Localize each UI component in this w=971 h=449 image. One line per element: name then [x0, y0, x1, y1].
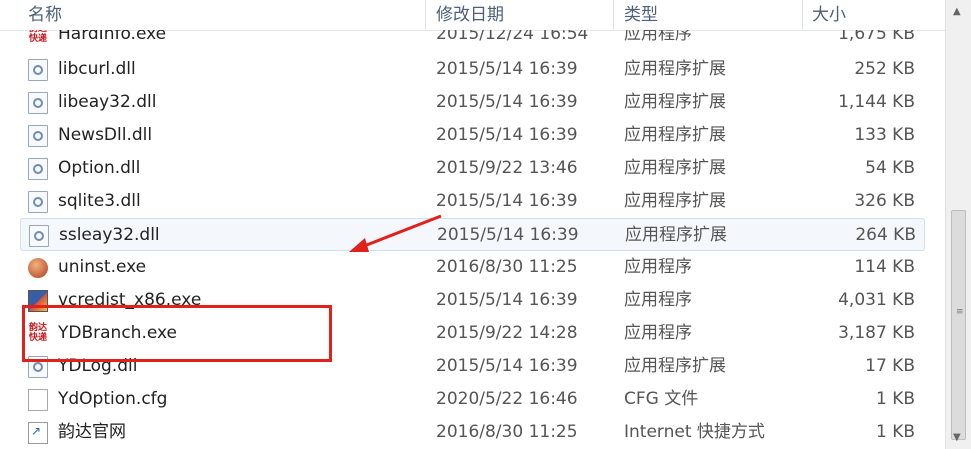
file-name: 韵达官网 [58, 422, 126, 442]
file-size: 326 KB [854, 191, 915, 211]
file-row[interactable]: YdOption.cfg 2020/5/22 16:46 CFG 文件 1 KB [20, 383, 925, 416]
uninstall-icon [28, 258, 48, 278]
file-row[interactable]: libeay32.dll 2015/5/14 16:39 应用程序扩展 1,14… [20, 86, 925, 119]
file-date: 2016/8/30 11:25 [436, 257, 578, 277]
file-date: 2015/5/14 16:39 [436, 191, 578, 211]
file-size: 4,031 KB [838, 290, 915, 310]
file-size: 3,187 KB [838, 323, 915, 343]
dll-icon [29, 225, 49, 247]
file-row-selected[interactable]: ssleay32.dll 2015/5/14 16:39 应用程序扩展 264 … [20, 218, 925, 251]
blank-file-icon [28, 389, 48, 411]
red-arrow-annotation [349, 214, 442, 252]
column-header-bar: 名称 修改日期 类型 大小 [0, 0, 945, 31]
file-type: CFG 文件 [624, 389, 699, 409]
file-name: libcurl.dll [58, 59, 136, 79]
red-highlight-box [22, 305, 332, 362]
dll-icon [28, 191, 48, 213]
vertical-scrollbar[interactable]: ▲ ≡ ▼ [945, 0, 971, 449]
file-type: 应用程序扩展 [624, 158, 726, 178]
file-size: 17 KB [865, 356, 915, 376]
column-divider[interactable] [613, 0, 614, 30]
file-date: 2015/9/22 14:28 [436, 323, 578, 343]
file-size: 1,675 KB [838, 30, 915, 44]
file-date: 2015/5/14 16:39 [436, 125, 578, 145]
file-date: 2015/5/14 16:39 [436, 59, 578, 79]
scrollbar-thumb[interactable]: ≡ [951, 210, 966, 440]
file-date: 2016/8/30 11:25 [436, 422, 578, 442]
file-type: 应用程序 [624, 290, 692, 310]
file-date: 2015/9/22 13:46 [436, 158, 578, 178]
file-name: YdOption.cfg [58, 389, 168, 409]
file-row[interactable]: NewsDll.dll 2015/5/14 16:39 应用程序扩展 133 K… [20, 119, 925, 152]
file-row[interactable]: libcurl.dll 2015/5/14 16:39 应用程序扩展 252 K… [20, 53, 925, 86]
scroll-down-arrow-icon[interactable]: ▼ [953, 432, 961, 443]
file-type: 应用程序扩展 [624, 92, 726, 112]
file-name: NewsDll.dll [58, 125, 153, 145]
file-row[interactable]: Option.dll 2015/9/22 13:46 应用程序扩展 54 KB [20, 152, 925, 185]
file-size: 264 KB [855, 225, 916, 245]
grip-icon: ≡ [956, 307, 964, 317]
file-type: 应用程序扩展 [624, 356, 726, 376]
column-header-type[interactable]: 类型 [624, 4, 658, 26]
file-name: Option.dll [58, 158, 141, 178]
file-row[interactable]: sqlite3.dll 2015/5/14 16:39 应用程序扩展 326 K… [20, 185, 925, 218]
file-name: sqlite3.dll [58, 191, 141, 211]
column-header-size[interactable]: 大小 [812, 4, 846, 26]
file-type: 应用程序扩展 [624, 59, 726, 79]
column-divider[interactable] [802, 0, 803, 30]
file-date: 2015/5/14 16:39 [436, 356, 578, 376]
file-type: 应用程序扩展 [624, 191, 726, 211]
file-date: 2015/5/14 16:39 [436, 92, 578, 112]
file-row[interactable]: 韵达快递 HardInfo.exe 2015/12/24 16:54 应用程序 … [20, 30, 925, 51]
file-size: 133 KB [854, 125, 915, 145]
dll-icon [28, 92, 48, 114]
file-type: 应用程序 [624, 30, 692, 44]
column-header-name[interactable]: 名称 [28, 4, 62, 26]
file-list: 韵达快递 HardInfo.exe 2015/12/24 16:54 应用程序 … [0, 30, 945, 449]
dll-icon [28, 59, 48, 81]
file-type: 应用程序扩展 [625, 225, 727, 245]
file-size: 114 KB [854, 257, 915, 277]
file-type: 应用程序扩展 [624, 125, 726, 145]
file-name: libeay32.dll [58, 92, 157, 112]
dll-icon [28, 125, 48, 147]
red-app-icon: 韵达快递 [28, 30, 48, 46]
shortcut-icon [28, 422, 48, 444]
file-type: 应用程序 [624, 257, 692, 277]
file-name: HardInfo.exe [58, 30, 167, 44]
file-date: 2015/5/14 16:39 [437, 225, 579, 245]
file-size: 252 KB [854, 59, 915, 79]
file-size: 54 KB [865, 158, 915, 178]
file-date: 2020/5/22 16:46 [436, 389, 578, 409]
file-size: 1 KB [875, 422, 915, 442]
file-type: 应用程序 [624, 323, 692, 343]
file-date: 2015/5/14 16:39 [436, 290, 578, 310]
file-type: Internet 快捷方式 [624, 422, 765, 442]
column-divider[interactable] [425, 0, 426, 30]
file-size: 1 KB [875, 389, 915, 409]
file-name: ssleay32.dll [59, 225, 160, 245]
file-row[interactable]: uninst.exe 2016/8/30 11:25 应用程序 114 KB [20, 251, 925, 284]
dll-icon [28, 158, 48, 180]
file-name: uninst.exe [58, 257, 147, 277]
file-row[interactable]: 韵达官网 2016/8/30 11:25 Internet 快捷方式 1 KB [20, 416, 925, 449]
file-date: 2015/12/24 16:54 [436, 30, 589, 44]
scroll-up-arrow-icon[interactable]: ▲ [953, 6, 961, 17]
column-header-date[interactable]: 修改日期 [436, 4, 504, 26]
file-size: 1,144 KB [838, 92, 915, 112]
